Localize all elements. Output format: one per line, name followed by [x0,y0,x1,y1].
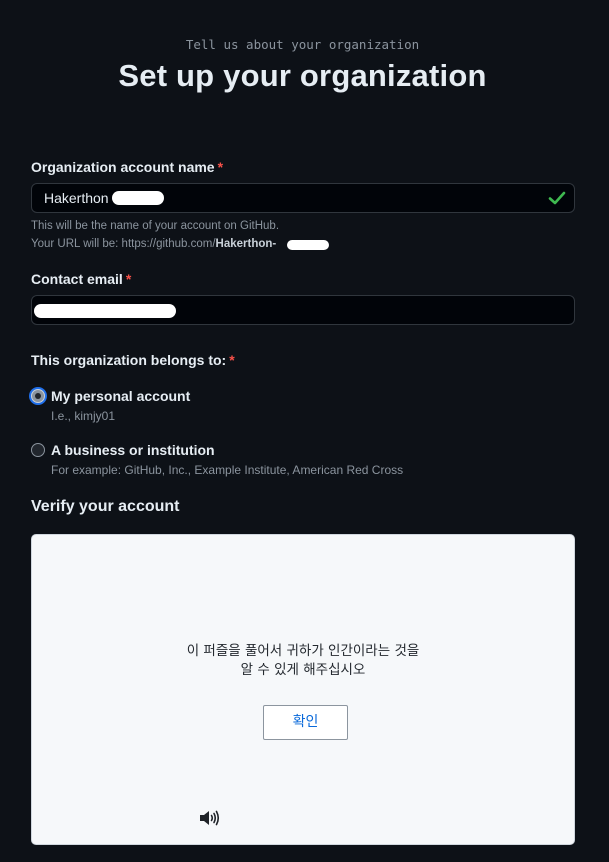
radio-business-label[interactable]: A business or institution [51,442,215,458]
contact-email-input[interactable] [31,295,575,325]
belongs-to-label: This organization belongs to: * [31,352,235,368]
org-url-name: Hakerthon- [215,238,277,250]
org-name-label: Organization account name * [31,159,223,175]
org-name-label-text: Organization account name [31,159,215,175]
page-title: Set up your organization [118,58,487,93]
required-mark: * [217,159,224,175]
required-mark: * [125,271,132,287]
contact-email-label: Contact email * [31,271,131,287]
belongs-to-label-text: This organization belongs to: [31,352,227,368]
captcha-verify-button[interactable]: 확인 [263,705,348,740]
speaker-icon[interactable] [198,809,220,827]
radio-personal-hint: I.e., kimjy01 [51,409,116,423]
org-url-prefix: Your URL will be: https://github.com/ [31,238,216,250]
redaction-mark [287,240,329,250]
verify-title: Verify your account [31,498,180,515]
page-subtitle: Tell us about your organization [185,37,420,52]
radio-personal-label[interactable]: My personal account [51,388,190,404]
redaction-mark [34,304,176,318]
org-name-value[interactable]: Hakerthon [44,190,109,206]
check-icon [548,191,566,205]
radio-button[interactable] [31,389,45,403]
required-mark: * [229,352,235,368]
radio-business-hint: For example: GitHub, Inc., Example Insti… [51,463,404,477]
radio-button[interactable] [31,443,45,457]
captcha-frame[interactable]: 이 퍼즐을 풀어서 귀하가 인간이라는 것을 알 수 있게 해주십시오 확인 [31,534,575,845]
captcha-instruction-line1: 이 퍼즐을 풀어서 귀하가 인간이라는 것을 [186,643,420,659]
org-name-input[interactable]: Hakerthon [31,183,575,213]
contact-email-label-text: Contact email [31,271,123,287]
org-url-note: Your URL will be: https://github.com/Hak… [31,238,276,250]
redaction-mark [112,191,164,205]
org-name-note: This will be the name of your account on… [31,220,280,232]
captcha-instruction-line2: 알 수 있게 해주십시오 [240,662,366,678]
